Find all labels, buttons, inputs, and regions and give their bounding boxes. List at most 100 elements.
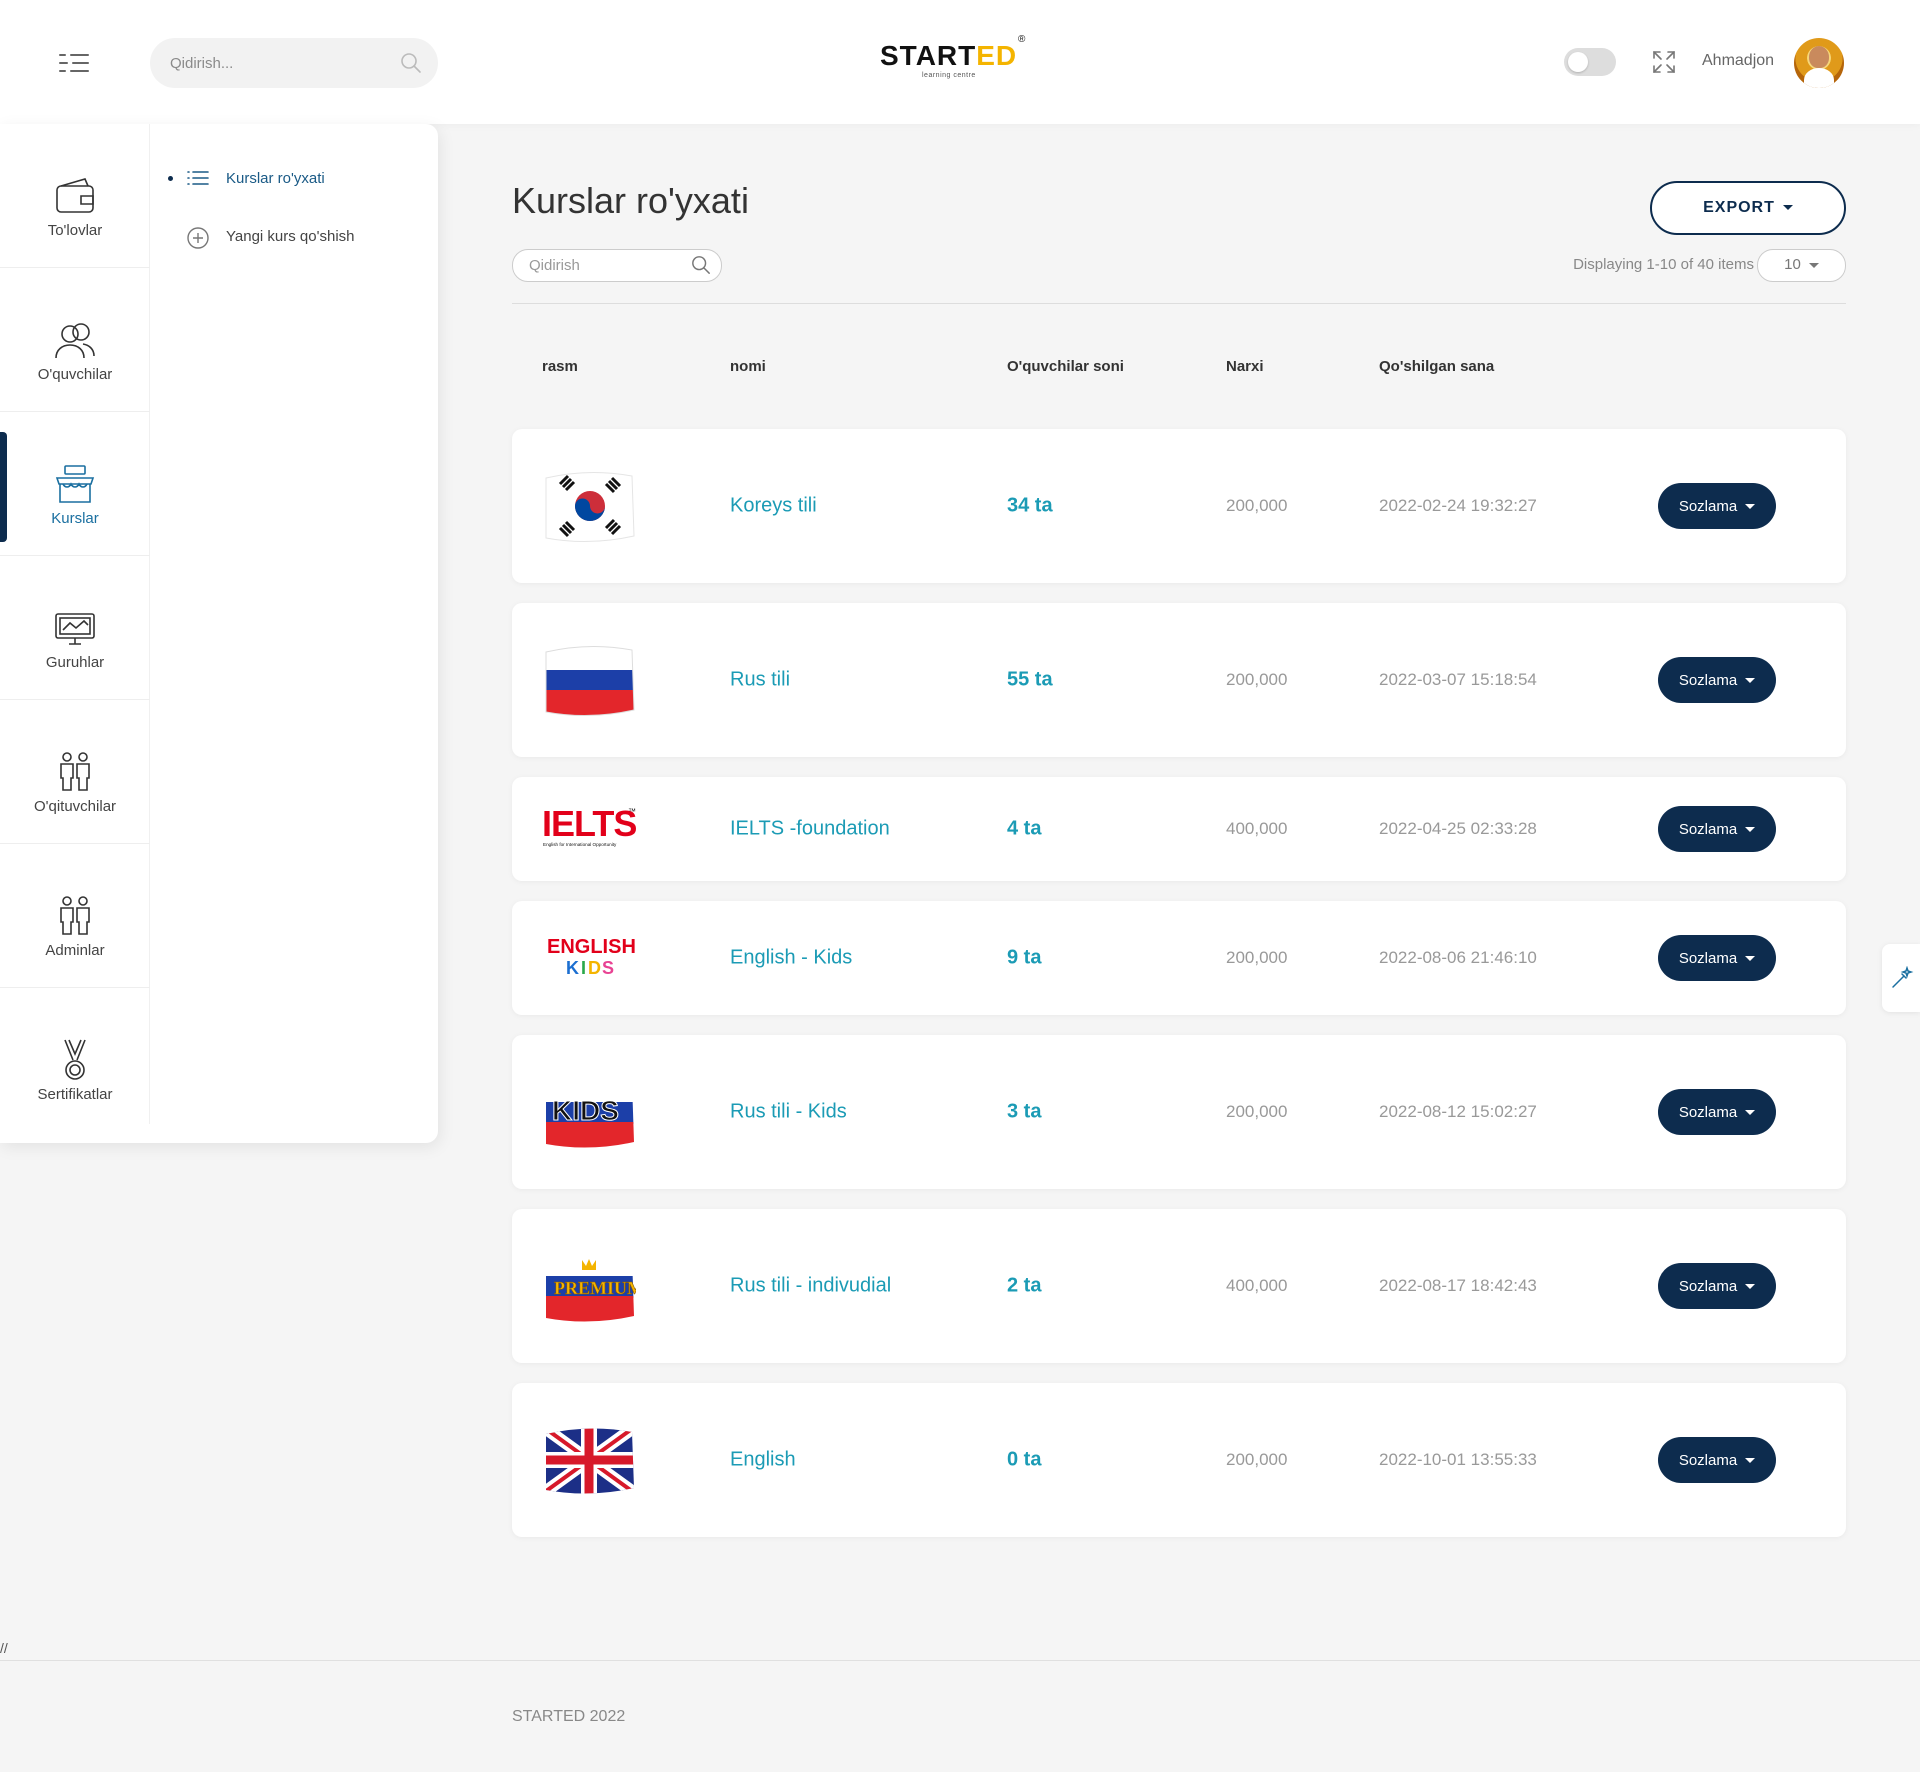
settings-label: Sozlama bbox=[1678, 497, 1738, 515]
settings-label: Sozlama bbox=[1678, 949, 1738, 967]
course-image bbox=[542, 1420, 636, 1500]
sidebar-item-label: O'quvchilar bbox=[37, 366, 113, 383]
sidebar-item-groups[interactable]: Guruhlar bbox=[0, 556, 150, 700]
customizer-tab[interactable] bbox=[1882, 944, 1920, 1012]
column-header-date[interactable]: Qo'shilgan sana bbox=[1379, 358, 1494, 375]
kids-flag-text: KIDS bbox=[552, 1095, 619, 1126]
people-icon bbox=[53, 894, 97, 938]
caret-down-icon bbox=[1745, 1110, 1756, 1116]
sidebar-item-certificates[interactable]: Sertifikatlar bbox=[0, 988, 150, 1132]
header-search-input[interactable] bbox=[170, 38, 390, 88]
table-search-input[interactable] bbox=[529, 250, 689, 280]
sidebar-item-admins[interactable]: Adminlar bbox=[0, 844, 150, 988]
course-name-link[interactable]: Rus tili bbox=[730, 669, 790, 692]
student-count: 2 ta bbox=[1007, 1274, 1042, 1297]
logo-subtitle: learning centre bbox=[922, 72, 976, 79]
fullscreen-icon[interactable] bbox=[1652, 50, 1676, 79]
active-dot bbox=[168, 176, 173, 181]
course-image bbox=[542, 640, 636, 720]
logo-registered-mark: ® bbox=[1018, 34, 1027, 45]
sidebar-item-payments[interactable]: To'lovlar bbox=[0, 124, 150, 268]
student-count: 55 ta bbox=[1007, 668, 1053, 691]
sub-menu: Kurslar ro'yxati Yangi kurs qo'shish bbox=[168, 164, 428, 280]
course-name-link[interactable]: IELTS -foundation bbox=[730, 818, 890, 841]
users-icon bbox=[53, 318, 97, 362]
footer-slash: // bbox=[0, 1640, 8, 1656]
course-name-link[interactable]: English - Kids bbox=[730, 947, 852, 970]
english-kids-line1: ENGLISH bbox=[547, 936, 636, 958]
settings-dropdown-button[interactable]: Sozlama bbox=[1658, 483, 1776, 529]
column-header-image[interactable]: rasm bbox=[542, 358, 578, 375]
search-icon[interactable] bbox=[400, 52, 422, 79]
logo-text: START bbox=[880, 40, 977, 71]
caret-down-icon bbox=[1782, 205, 1793, 211]
sidebar-item-label: Kurslar bbox=[51, 510, 99, 527]
submenu-label: Kurslar ro'yxati bbox=[226, 170, 325, 187]
sidebar-item-label: To'lovlar bbox=[47, 222, 103, 239]
sidebar-item-label: Guruhlar bbox=[45, 654, 105, 671]
settings-dropdown-button[interactable]: Sozlama bbox=[1658, 1263, 1776, 1309]
settings-dropdown-button[interactable]: Sozlama bbox=[1658, 806, 1776, 852]
sidebar: To'lovlar O'quvchilar Kurslar Guruhlar O… bbox=[0, 124, 438, 1143]
course-price: 400,000 bbox=[1226, 819, 1288, 838]
started-logo[interactable]: STARTED ® learning centre bbox=[880, 34, 1040, 88]
table-row: IELTS ™ English for International Opport… bbox=[512, 777, 1846, 881]
course-name-link[interactable]: Rus tili - Kids bbox=[730, 1101, 847, 1124]
settings-dropdown-button[interactable]: Sozlama bbox=[1658, 935, 1776, 981]
english-kids-letter-s: S bbox=[602, 958, 614, 978]
table-row: English 0 ta 200,000 2022-10-01 13:55:33… bbox=[512, 1383, 1846, 1537]
settings-dropdown-button[interactable]: Sozlama bbox=[1658, 1437, 1776, 1483]
sidebar-item-students[interactable]: O'quvchilar bbox=[0, 268, 150, 412]
settings-dropdown-button[interactable]: Sozlama bbox=[1658, 1089, 1776, 1135]
course-name-link[interactable]: Rus tili - indivudial bbox=[730, 1275, 891, 1298]
settings-label: Sozlama bbox=[1678, 820, 1738, 838]
table-row: KIDS Rus tili - Kids 3 ta 200,000 2022-0… bbox=[512, 1035, 1846, 1189]
caret-down-icon bbox=[1745, 1284, 1756, 1290]
username[interactable]: Ahmadjon bbox=[1702, 52, 1774, 70]
settings-label: Sozlama bbox=[1678, 671, 1738, 689]
monitor-icon bbox=[53, 606, 97, 650]
caret-down-icon bbox=[1745, 1458, 1756, 1464]
user-avatar[interactable] bbox=[1794, 38, 1844, 88]
created-date: 2022-08-17 18:42:43 bbox=[1379, 1276, 1537, 1295]
premium-flag-text: PREMIUM bbox=[554, 1278, 636, 1298]
course-name-link[interactable]: Koreys tili bbox=[730, 495, 817, 518]
course-image: PREMIUM bbox=[542, 1246, 644, 1326]
column-header-price[interactable]: Narxi bbox=[1226, 358, 1264, 375]
page-size-select[interactable]: 10 bbox=[1757, 249, 1846, 282]
column-header-name[interactable]: nomi bbox=[730, 358, 766, 375]
created-date: 2022-04-25 02:33:28 bbox=[1379, 819, 1537, 838]
ielts-trademark: ™ bbox=[628, 807, 636, 816]
english-kids-letter-k: K bbox=[566, 958, 579, 978]
footer-divider bbox=[0, 1660, 1920, 1661]
created-date: 2022-02-24 19:32:27 bbox=[1379, 496, 1537, 515]
table-search bbox=[512, 249, 722, 282]
course-name-link[interactable]: English bbox=[730, 1449, 796, 1472]
sidebar-item-teachers[interactable]: O'qituvchilar bbox=[0, 700, 150, 844]
course-price: 200,000 bbox=[1226, 670, 1288, 689]
submenu-course-list[interactable]: Kurslar ro'yxati bbox=[168, 164, 428, 222]
column-header-students[interactable]: O'quvchilar soni bbox=[1007, 358, 1124, 375]
search-icon[interactable] bbox=[691, 255, 711, 280]
menu-toggle-icon[interactable] bbox=[58, 52, 90, 74]
student-count: 0 ta bbox=[1007, 1448, 1042, 1471]
table-row: PREMIUM Rus tili - indivudial 2 ta 400,0… bbox=[512, 1209, 1846, 1363]
ielts-logo-text: IELTS bbox=[542, 804, 636, 844]
page-title: Kurslar ro'yxati bbox=[512, 180, 749, 221]
english-kids-letter-d: D bbox=[588, 958, 601, 978]
header-search bbox=[150, 38, 438, 88]
course-price: 200,000 bbox=[1226, 1450, 1288, 1469]
export-button[interactable]: EXPORT bbox=[1650, 181, 1846, 235]
sidebar-item-courses[interactable]: Kurslar bbox=[0, 412, 150, 556]
table-row: Koreys tili 34 ta 200,000 2022-02-24 19:… bbox=[512, 429, 1846, 583]
divider bbox=[512, 303, 1846, 304]
theme-toggle[interactable] bbox=[1564, 48, 1616, 76]
settings-label: Sozlama bbox=[1678, 1277, 1738, 1295]
page-size-value: 10 bbox=[1784, 256, 1801, 273]
created-date: 2022-08-06 21:46:10 bbox=[1379, 948, 1537, 967]
course-price: 400,000 bbox=[1226, 1276, 1288, 1295]
sidebar-item-label: Adminlar bbox=[45, 942, 105, 959]
student-count: 34 ta bbox=[1007, 494, 1053, 517]
settings-dropdown-button[interactable]: Sozlama bbox=[1658, 657, 1776, 703]
submenu-add-course[interactable]: Yangi kurs qo'shish bbox=[168, 222, 428, 280]
